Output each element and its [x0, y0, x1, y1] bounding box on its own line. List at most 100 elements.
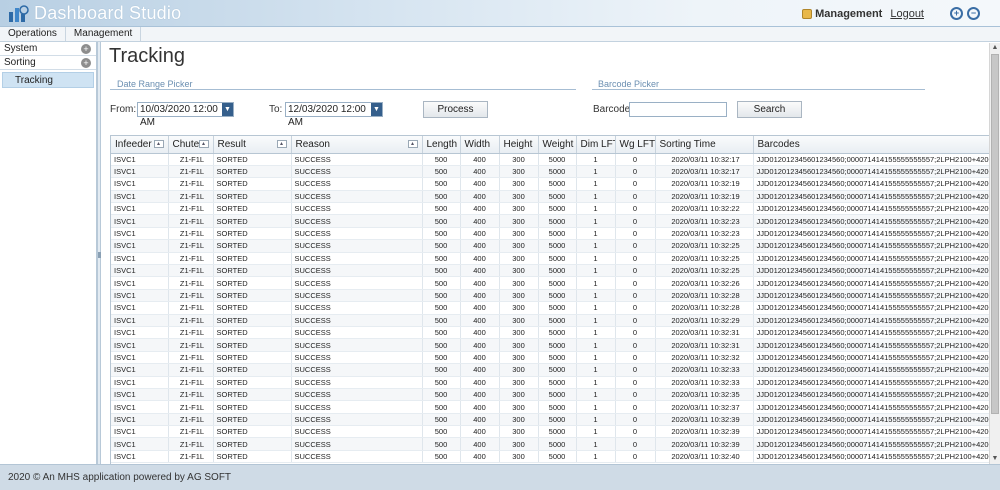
- column-header-infeeder[interactable]: Infeeder ▴: [111, 136, 169, 154]
- chevron-down-icon[interactable]: ▼: [371, 103, 382, 116]
- cell-infeeder: ISVC1: [111, 276, 169, 290]
- barcode-label: Barcode:: [593, 104, 634, 115]
- cell-sorting-time: 2020/03/11 10:32:23: [655, 227, 754, 241]
- table-row[interactable]: ISVC1 Z1-F1L SORTED SUCCESS 500 400 300 5000 1 0 2…: [111, 326, 989, 340]
- cell-chute: Z1-F1L: [168, 425, 214, 439]
- zoom-in-icon[interactable]: +: [950, 7, 963, 20]
- expand-icon[interactable]: +: [81, 44, 91, 54]
- cell-sorting-time: 2020/03/11 10:32:19: [655, 190, 754, 204]
- table-row[interactable]: ISVC1 Z1-F1L SORTED SUCCESS 500 400 300 5000 1 0 2…: [111, 363, 989, 377]
- table-row[interactable]: ISVC1 Z1-F1L SORTED SUCCESS 500 400 300 5000 1 0 2…: [111, 165, 989, 179]
- column-header-barcodes[interactable]: Barcodes: [753, 136, 989, 154]
- cell-wg-lft: 0: [615, 363, 656, 377]
- cell-infeeder: ISVC1: [111, 239, 169, 253]
- filter-icon[interactable]: ▴: [407, 140, 418, 148]
- zoom-out-icon[interactable]: −: [967, 7, 980, 20]
- from-date-picker[interactable]: 10/03/2020 12:00 AM ▼: [137, 102, 234, 128]
- sidebar-item-tracking[interactable]: Tracking: [2, 72, 94, 88]
- cell-result: SORTED: [213, 227, 292, 241]
- cell-reason: SUCCESS: [291, 190, 423, 204]
- table-row[interactable]: ISVC1 Z1-F1L SORTED SUCCESS 500 400 300 5000 1 0 2…: [111, 301, 989, 315]
- chevron-down-icon[interactable]: ▼: [222, 103, 233, 116]
- column-header-wg-lft[interactable]: Wg LFT: [615, 136, 656, 154]
- cell-reason: SUCCESS: [291, 252, 423, 266]
- cell-height: 300: [499, 326, 539, 340]
- scroll-up-icon[interactable]: ▲: [990, 43, 1000, 53]
- column-header-chute[interactable]: Chute ▴: [168, 136, 214, 154]
- logout-link[interactable]: Logout: [890, 8, 924, 20]
- menu-operations[interactable]: Operations: [0, 27, 66, 41]
- table-row[interactable]: ISVC1 Z1-F1L SORTED SUCCESS 500 400 300 5000 1 0 2…: [111, 338, 989, 352]
- cell-barcodes: JJD012012345601234560;000071414155555555…: [753, 314, 989, 327]
- filter-icon[interactable]: ▴: [153, 140, 164, 148]
- column-header-weight[interactable]: Weight: [538, 136, 577, 154]
- cell-width: 400: [460, 190, 500, 204]
- sidebar-section-sorting[interactable]: Sorting +: [0, 56, 96, 70]
- table-row[interactable]: ISVC1 Z1-F1L SORTED SUCCESS 500 400 300 5000 1 0 2…: [111, 425, 989, 439]
- cell-weight: 5000: [538, 425, 577, 439]
- table-row[interactable]: ISVC1 Z1-F1L SORTED SUCCESS 500 400 300 5000 1 0 2…: [111, 153, 989, 166]
- sidebar-splitter[interactable]: [97, 42, 101, 464]
- cell-length: 500: [422, 276, 461, 290]
- cell-height: 300: [499, 388, 539, 402]
- table-row[interactable]: ISVC1 Z1-F1L SORTED SUCCESS 500 400 300 5000 1 0 2…: [111, 376, 989, 389]
- cell-sorting-time: 2020/03/11 10:32:33: [655, 363, 754, 377]
- vertical-scrollbar[interactable]: ▲ ▼: [989, 43, 1000, 464]
- cell-infeeder: ISVC1: [111, 227, 169, 241]
- table-row[interactable]: ISVC1 Z1-F1L SORTED SUCCESS 500 400 300 5000 1 0 2…: [111, 351, 989, 365]
- table-row[interactable]: ISVC1 Z1-F1L SORTED SUCCESS 500 400 300 5000 1 0 2…: [111, 289, 989, 303]
- search-button[interactable]: Search: [737, 101, 802, 118]
- process-button[interactable]: Process: [423, 101, 488, 118]
- column-header-dim-lft[interactable]: Dim LFT: [576, 136, 616, 154]
- cell-length: 500: [422, 239, 461, 253]
- cell-infeeder: ISVC1: [111, 338, 169, 352]
- table-row[interactable]: ISVC1 Z1-F1L SORTED SUCCESS 500 400 300 5000 1 0 2…: [111, 202, 989, 216]
- scroll-down-icon[interactable]: ▼: [990, 454, 1000, 464]
- table-row[interactable]: ISVC1 Z1-F1L SORTED SUCCESS 500 400 300 5000 1 0 2…: [111, 190, 989, 204]
- table-row[interactable]: ISVC1 Z1-F1L SORTED SUCCESS 500 400 300 5000 1 0 2…: [111, 177, 989, 191]
- table-row[interactable]: ISVC1 Z1-F1L SORTED SUCCESS 500 400 300 5000 1 0 2…: [111, 252, 989, 266]
- column-header-result[interactable]: Result ▴: [213, 136, 292, 154]
- menu-bar: Operations Management: [0, 27, 1000, 42]
- column-header-height[interactable]: Height: [499, 136, 539, 154]
- table-row[interactable]: ISVC1 Z1-F1L SORTED SUCCESS 500 400 300 5000 1 0 2…: [111, 400, 989, 414]
- filter-icon[interactable]: ▴: [276, 140, 287, 148]
- to-date-picker[interactable]: 12/03/2020 12:00 AM ▼: [285, 102, 383, 128]
- column-header-sorting-time[interactable]: Sorting Time: [655, 136, 754, 154]
- table-row[interactable]: ISVC1 Z1-F1L SORTED SUCCESS 500 400 300 5000 1 0 2…: [111, 239, 989, 253]
- menu-management[interactable]: Management: [66, 27, 142, 41]
- cell-barcodes: JJD012012345601234560;000071414155555555…: [753, 351, 989, 365]
- cell-width: 400: [460, 276, 500, 290]
- table-row[interactable]: ISVC1 Z1-F1L SORTED SUCCESS 500 400 300 5000 1 0 2…: [111, 276, 989, 290]
- table-row[interactable]: ISVC1 Z1-F1L SORTED SUCCESS 500 400 300 5000 1 0 2…: [111, 227, 989, 241]
- cell-wg-lft: 0: [615, 326, 656, 340]
- table-row[interactable]: ISVC1 Z1-F1L SORTED SUCCESS 500 400 300 5000 1 0 2…: [111, 388, 989, 402]
- table-row[interactable]: ISVC1 Z1-F1L SORTED SUCCESS 500 400 300 5000 1 0 2…: [111, 314, 989, 327]
- cell-length: 500: [422, 227, 461, 241]
- table-row[interactable]: ISVC1 Z1-F1L SORTED SUCCESS 500 400 300 5000 1 0 2…: [111, 214, 989, 228]
- scrollbar-thumb[interactable]: [991, 54, 999, 414]
- barcode-input[interactable]: [629, 102, 727, 117]
- column-header-width[interactable]: Width: [460, 136, 500, 154]
- cell-wg-lft: 0: [615, 437, 656, 451]
- table-row[interactable]: ISVC1 Z1-F1L SORTED SUCCESS 500 400 300 5000 1 0 2…: [111, 437, 989, 451]
- cell-sorting-time: 2020/03/11 10:32:37: [655, 400, 754, 414]
- column-header-length[interactable]: Length: [422, 136, 461, 154]
- date-range-divider: [110, 89, 576, 90]
- cell-dim-lft: 1: [576, 301, 616, 315]
- cell-sorting-time: 2020/03/11 10:32:19: [655, 177, 754, 191]
- column-header-reason[interactable]: Reason ▴: [291, 136, 423, 154]
- cell-sorting-time: 2020/03/11 10:32:32: [655, 351, 754, 365]
- cell-weight: 5000: [538, 388, 577, 402]
- sidebar-section-system[interactable]: System +: [0, 42, 96, 56]
- expand-icon[interactable]: +: [81, 58, 91, 68]
- cell-dim-lft: 1: [576, 314, 616, 327]
- table-row[interactable]: ISVC1 Z1-F1L SORTED SUCCESS 500 400 300 5000 1 0 2…: [111, 450, 989, 464]
- cell-weight: 5000: [538, 214, 577, 228]
- table-row[interactable]: ISVC1 Z1-F1L SORTED SUCCESS 500 400 300 5000 1 0 2…: [111, 413, 989, 427]
- filter-icon[interactable]: ▴: [198, 140, 209, 148]
- table-row[interactable]: ISVC1 Z1-F1L SORTED SUCCESS 500 400 300 5000 1 0 2…: [111, 264, 989, 278]
- cell-weight: 5000: [538, 437, 577, 451]
- cell-width: 400: [460, 202, 500, 216]
- cell-sorting-time: 2020/03/11 10:32:22: [655, 202, 754, 216]
